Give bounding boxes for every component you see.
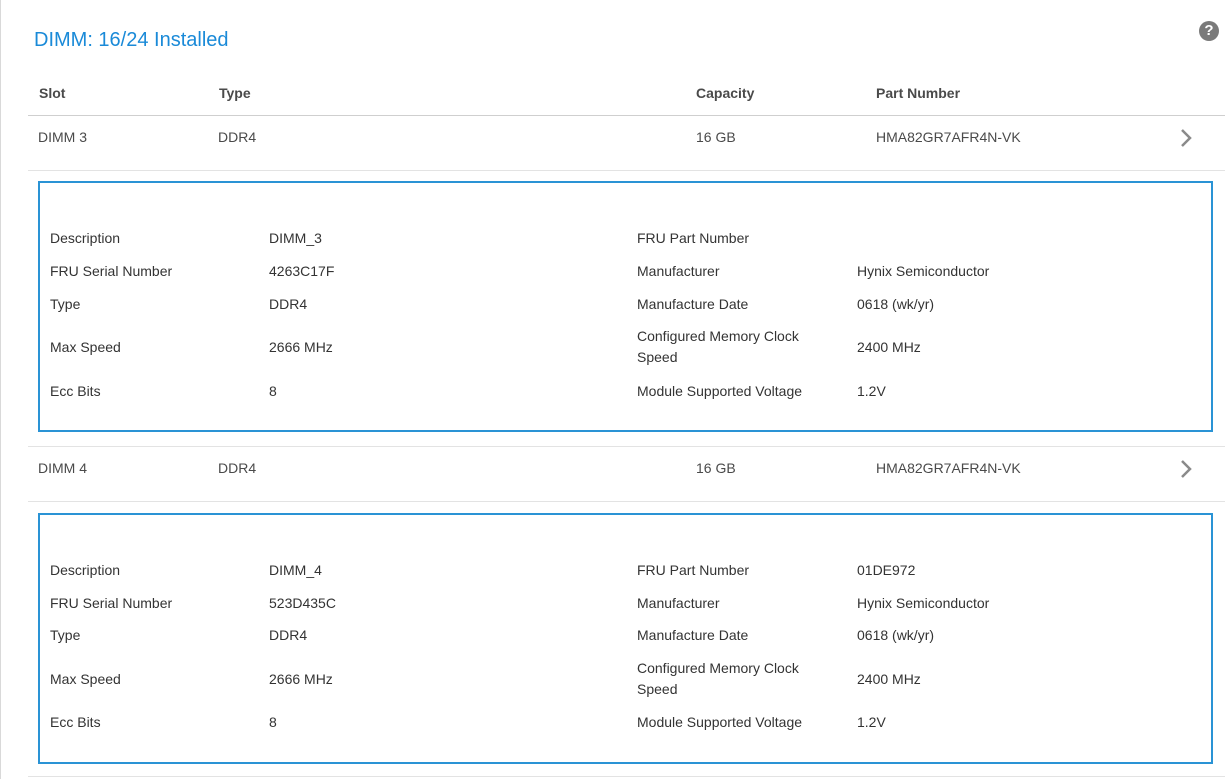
dimm-3-details: Description DIMM_3 FRU Serial Number 426… — [38, 181, 1213, 432]
table-header: Slot Type Capacity Part Number — [28, 76, 1225, 116]
manufacture-date-label: Manufacture Date — [637, 296, 749, 312]
dimm-panel: DIMM: 16/24 Installed ? Slot Type Capaci… — [0, 0, 1228, 779]
slot-cell: DIMM 4 — [38, 460, 87, 476]
memory-clock-value: 2400 MHz — [857, 671, 921, 687]
type-value: DDR4 — [269, 296, 308, 312]
column-header-part-number: Part Number — [876, 85, 961, 101]
fru-part-label: FRU Part Number — [637, 562, 750, 578]
fru-serial-value: 4263C17F — [269, 263, 335, 279]
ecc-bits-label: Ecc Bits — [50, 714, 101, 730]
manufacture-date-value: 0618 (wk/yr) — [857, 627, 935, 643]
type-cell: DDR4 — [218, 129, 257, 145]
description-value: DIMM_4 — [269, 562, 322, 578]
max-speed-value: 2666 MHz — [269, 671, 333, 687]
capacity-cell: 16 GB — [696, 460, 736, 476]
max-speed-label: Max Speed — [50, 339, 121, 355]
type-cell: DDR4 — [218, 460, 257, 476]
voltage-value: 1.2V — [857, 714, 886, 730]
voltage-label: Module Supported Voltage — [637, 714, 803, 730]
type-label: Type — [50, 296, 81, 312]
divider — [28, 776, 1225, 777]
description-label: Description — [50, 230, 121, 246]
fru-part-value: 01DE972 — [857, 562, 916, 578]
help-icon[interactable]: ? — [1199, 21, 1219, 41]
description-label: Description — [50, 562, 121, 578]
manufacturer-value: Hynix Semiconductor — [857, 263, 990, 279]
part-number-cell: HMA82GR7AFR4N-VK — [876, 129, 1021, 145]
memory-clock-label: Configured Memory Clock Speed — [637, 328, 799, 365]
voltage-value: 1.2V — [857, 383, 886, 399]
column-header-capacity: Capacity — [696, 85, 755, 101]
ecc-bits-label: Ecc Bits — [50, 383, 101, 399]
slot-cell: DIMM 3 — [38, 129, 87, 145]
fru-serial-label: FRU Serial Number — [50, 595, 173, 611]
max-speed-value: 2666 MHz — [269, 339, 333, 355]
part-number-cell: HMA82GR7AFR4N-VK — [876, 460, 1021, 476]
voltage-label: Module Supported Voltage — [637, 383, 803, 399]
column-header-type: Type — [219, 85, 251, 101]
chevron-right-icon[interactable] — [1176, 128, 1196, 148]
manufacture-date-value: 0618 (wk/yr) — [857, 296, 935, 312]
fru-part-label: FRU Part Number — [637, 230, 750, 246]
manufacture-date-label: Manufacture Date — [637, 627, 749, 643]
type-value: DDR4 — [269, 627, 308, 643]
ecc-bits-value: 8 — [269, 714, 277, 730]
manufacturer-label: Manufacturer — [637, 595, 720, 611]
memory-clock-value: 2400 MHz — [857, 339, 921, 355]
max-speed-label: Max Speed — [50, 671, 121, 687]
description-value: DIMM_3 — [269, 230, 322, 246]
type-label: Type — [50, 627, 81, 643]
chevron-right-icon[interactable] — [1176, 459, 1196, 479]
fru-serial-label: FRU Serial Number — [50, 263, 173, 279]
manufacturer-label: Manufacturer — [637, 263, 720, 279]
table-row-dimm-4[interactable]: DIMM 4 DDR4 16 GB HMA82GR7AFR4N-VK — [28, 447, 1225, 502]
dimm-4-details: Description DIMM_4 FRU Serial Number 523… — [38, 513, 1213, 764]
page-title: DIMM: 16/24 Installed — [34, 29, 229, 51]
table-row-dimm-3[interactable]: DIMM 3 DDR4 16 GB HMA82GR7AFR4N-VK — [28, 116, 1225, 171]
fru-serial-value: 523D435C — [269, 595, 336, 611]
ecc-bits-value: 8 — [269, 383, 277, 399]
memory-clock-label: Configured Memory Clock Speed — [637, 660, 799, 697]
manufacturer-value: Hynix Semiconductor — [857, 595, 990, 611]
capacity-cell: 16 GB — [696, 129, 736, 145]
column-header-slot: Slot — [39, 85, 66, 101]
